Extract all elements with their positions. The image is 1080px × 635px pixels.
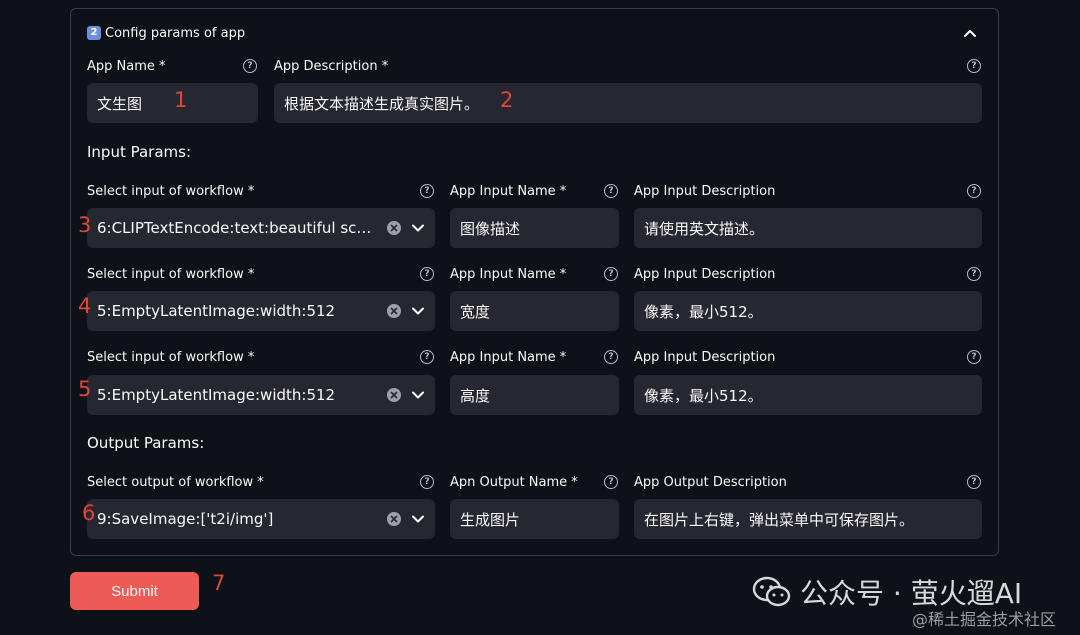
app-input-name-label: App Input Name * [450, 184, 567, 199]
submit-button[interactable]: Submit [70, 572, 199, 610]
clear-icon[interactable] [387, 304, 401, 318]
app-output-description-value: 在图片上右键，弹出菜单中可保存图片。 [644, 510, 915, 529]
annotation-number: 6 [82, 501, 96, 525]
select-input-workflow-2[interactable]: 5:EmptyLatentImage:width:512 [87, 291, 435, 331]
select-input-workflow-1[interactable]: 6:CLIPTextEncode:text:beautiful scenery … [87, 208, 435, 248]
select-input-label: Select input of workflow * [87, 267, 255, 282]
input-params-title: Input Params: [87, 143, 192, 161]
help-icon[interactable]: ? [420, 267, 434, 281]
app-name-value: 文生图 [97, 94, 143, 113]
annotation-number: 3 [78, 213, 92, 237]
clear-icon[interactable] [387, 512, 401, 526]
select-output-label: Select output of workflow * [87, 475, 264, 490]
help-icon[interactable]: ? [420, 184, 434, 198]
chevron-down-icon[interactable] [411, 388, 425, 402]
select-input-workflow-3[interactable]: 5:EmptyLatentImage:width:512 [87, 375, 435, 415]
app-input-description-input[interactable]: 像素，最小512。 [634, 291, 982, 331]
help-icon[interactable]: ? [967, 267, 981, 281]
app-input-description-label: App Input Description [634, 267, 776, 282]
app-input-name-input[interactable]: 宽度 [450, 291, 619, 331]
help-icon[interactable]: ? [420, 475, 434, 489]
select-input-value: 6:CLIPTextEncode:text:beautiful scenery … [97, 219, 379, 237]
annotation-number: 2 [500, 88, 514, 112]
clear-icon[interactable] [387, 221, 401, 235]
output-params-title: Output Params: [87, 434, 205, 452]
wechat-icon [752, 576, 791, 607]
app-name-label: App Name * [87, 59, 166, 74]
chevron-down-icon[interactable] [411, 512, 425, 526]
app-input-description-label: App Input Description [634, 350, 776, 365]
app-description-label: App Description * [274, 59, 389, 74]
help-icon[interactable]: ? [967, 350, 981, 364]
help-icon[interactable]: ? [420, 350, 434, 364]
app-input-name-value: 宽度 [460, 302, 491, 321]
app-input-name-value: 图像描述 [460, 219, 521, 238]
app-output-description-input[interactable]: 在图片上右键，弹出菜单中可保存图片。 [634, 499, 982, 539]
annotation-number: 4 [78, 294, 92, 318]
help-icon[interactable]: ? [967, 184, 981, 198]
app-description-input[interactable]: 根据文本描述生成真实图片。 [274, 83, 982, 123]
annotation-number: 7 [212, 571, 226, 595]
help-icon[interactable]: ? [967, 475, 981, 489]
select-input-label: Select input of workflow * [87, 184, 255, 199]
select-output-value: 9:SaveImage:['t2i/img'] [97, 510, 274, 528]
app-output-description-label: App Output Description [634, 475, 787, 490]
annotation-number: 5 [78, 377, 92, 401]
number-badge: 2 [87, 26, 101, 40]
help-icon[interactable]: ? [604, 350, 618, 364]
app-name-input[interactable]: 文生图 [87, 83, 258, 123]
app-input-description-value: 像素，最小512。 [644, 302, 763, 321]
app-input-name-input[interactable]: 图像描述 [450, 208, 619, 248]
chevron-down-icon[interactable] [411, 304, 425, 318]
app-input-name-input[interactable]: 高度 [450, 375, 619, 415]
panel-header[interactable]: 2 Config params of app [87, 23, 245, 43]
app-output-name-label: Apn Output Name * [450, 475, 578, 490]
select-output-workflow[interactable]: 9:SaveImage:['t2i/img'] [87, 499, 435, 539]
help-icon[interactable]: ? [604, 184, 618, 198]
app-output-name-value: 生成图片 [460, 510, 521, 529]
app-input-name-label: App Input Name * [450, 350, 567, 365]
panel-title: Config params of app [105, 25, 246, 41]
app-input-description-value: 请使用英文描述。 [644, 219, 765, 238]
select-input-value: 5:EmptyLatentImage:width:512 [97, 386, 336, 404]
help-icon[interactable]: ? [604, 267, 618, 281]
app-input-name-label: App Input Name * [450, 267, 567, 282]
help-icon[interactable]: ? [604, 475, 618, 489]
clear-icon[interactable] [387, 388, 401, 402]
chevron-up-icon[interactable] [960, 23, 980, 43]
app-input-description-value: 像素，最小512。 [644, 386, 763, 405]
app-output-name-input[interactable]: 生成图片 [450, 499, 619, 539]
select-input-value: 5:EmptyLatentImage:width:512 [97, 302, 336, 320]
help-icon[interactable]: ? [243, 59, 257, 73]
app-input-name-value: 高度 [460, 386, 491, 405]
select-input-label: Select input of workflow * [87, 350, 255, 365]
chevron-down-icon[interactable] [411, 221, 425, 235]
watermark-subtext: @稀土掘金技术社区 [912, 610, 1057, 629]
app-input-description-input[interactable]: 请使用英文描述。 [634, 208, 982, 248]
app-input-description-input[interactable]: 像素，最小512。 [634, 375, 982, 415]
help-icon[interactable]: ? [967, 59, 981, 73]
annotation-number: 1 [174, 88, 188, 112]
app-input-description-label: App Input Description [634, 184, 776, 199]
app-description-value: 根据文本描述生成真实图片。 [284, 94, 480, 113]
